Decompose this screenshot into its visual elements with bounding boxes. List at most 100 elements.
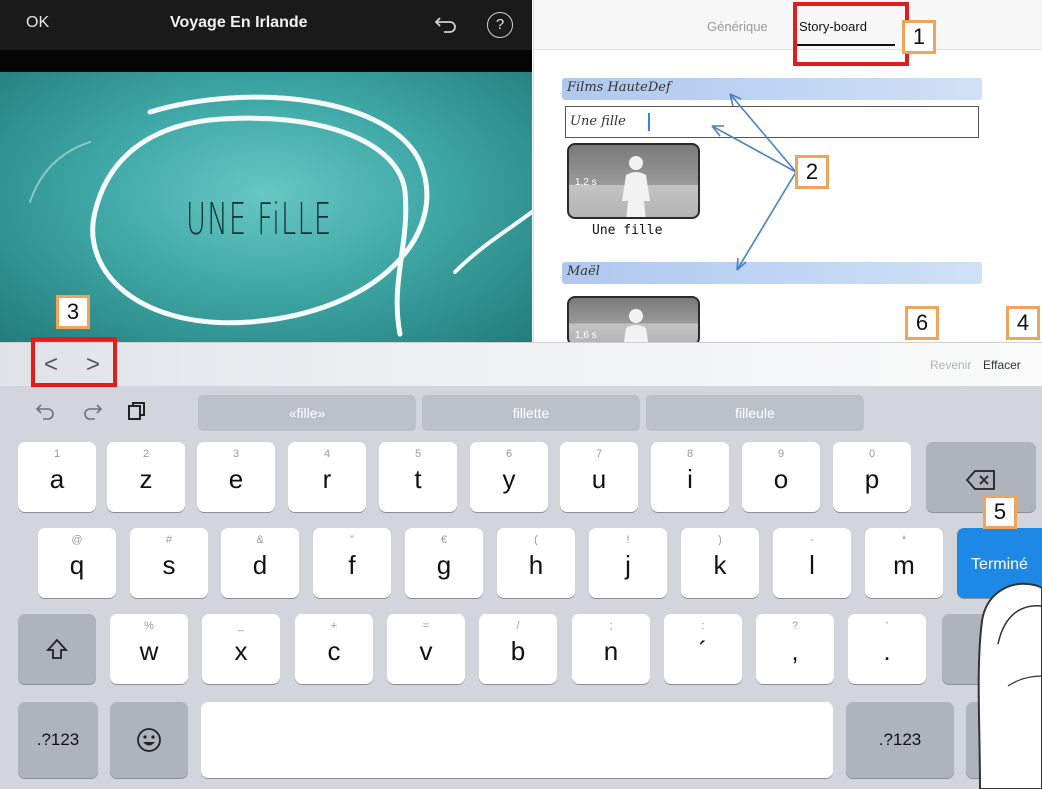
key-hint: ?: [791, 620, 799, 632]
key-label: e: [228, 464, 244, 494]
key-hint: ): [718, 534, 722, 546]
key-hint: :: [701, 620, 705, 632]
key-label: g: [436, 550, 452, 580]
key-label: t: [414, 464, 422, 494]
key-label: q: [69, 550, 85, 580]
key-hint: @: [71, 534, 83, 546]
key-label: f: [348, 550, 356, 580]
key-hint: €: [440, 534, 448, 546]
suggestion-3[interactable]: filleule: [646, 395, 864, 431]
key-hint: =: [422, 620, 430, 632]
key-r[interactable]: 4r: [288, 442, 366, 512]
key-hint: #: [165, 534, 173, 546]
key-s[interactable]: # s: [130, 528, 208, 598]
annotation-arrows: [711, 93, 797, 271]
key-hint: +: [330, 620, 338, 632]
redo-icon[interactable]: [80, 402, 104, 422]
key-hint: (: [534, 534, 538, 546]
key-hint: 0: [868, 448, 876, 460]
key-label: s: [162, 550, 176, 580]
key-q[interactable]: @ q: [38, 528, 116, 598]
key-hint: %: [144, 620, 154, 632]
key-y[interactable]: 6y: [470, 442, 548, 512]
key-hint: 1: [53, 448, 61, 460]
key-hint: 8: [686, 448, 694, 460]
key-t[interactable]: 5t: [379, 442, 457, 512]
key-label: b: [510, 636, 526, 666]
key-label: r: [322, 464, 332, 494]
key-hint: 5: [414, 448, 422, 460]
backspace-icon: [965, 470, 995, 490]
numbers-key-right[interactable]: .?123: [846, 702, 954, 778]
key-i[interactable]: 8i: [651, 442, 729, 512]
ok-button[interactable]: OK: [26, 14, 49, 32]
key-k[interactable]: ) k: [681, 528, 759, 598]
key-period[interactable]: ’.: [848, 614, 926, 684]
key-l[interactable]: -l: [773, 528, 851, 598]
numbers-key[interactable]: .?123: [18, 702, 98, 778]
key-apostrophe[interactable]: : ´: [664, 614, 742, 684]
key-comma[interactable]: ?,: [756, 614, 834, 684]
key-label: ,: [791, 636, 799, 666]
help-button[interactable]: ?: [487, 12, 513, 38]
key-label: a: [49, 464, 65, 494]
key-w[interactable]: % w: [110, 614, 188, 684]
key-hint: ’: [885, 620, 889, 632]
key-j[interactable]: ! j: [589, 528, 667, 598]
onscreen-keyboard: «fille» fillette filleule 1a 2z 3e 4r 5t…: [0, 386, 1042, 789]
key-p[interactable]: 0p: [833, 442, 911, 512]
key-label: n: [603, 636, 619, 666]
undo-icon[interactable]: [432, 12, 460, 38]
editor-top-bar: OK Voyage En Irlande ?: [0, 0, 532, 50]
key-a[interactable]: 1a: [18, 442, 96, 512]
project-title: Voyage En Irlande: [170, 14, 308, 31]
suggestion-1[interactable]: «fille»: [198, 395, 416, 431]
space-bar[interactable]: [201, 702, 833, 778]
key-u[interactable]: 7u: [560, 442, 638, 512]
key-b[interactable]: / b: [479, 614, 557, 684]
shift-key[interactable]: [18, 614, 96, 684]
key-hint: _: [237, 620, 245, 632]
shift-icon: [45, 638, 69, 659]
key-d[interactable]: & d: [221, 528, 299, 598]
storyboard-pane: Générique Story-board Films HauteDef Une…: [533, 0, 1042, 346]
key-hint: 9: [777, 448, 785, 460]
keyboard-accessory-bar: < > Revenir Effacer: [0, 342, 1042, 386]
key-h[interactable]: (h: [497, 528, 575, 598]
key-hint: 4: [323, 448, 331, 460]
key-c[interactable]: + c: [295, 614, 373, 684]
backspace-key[interactable]: [926, 442, 1036, 512]
key-label: p: [864, 464, 880, 494]
annotation-badge-2: 2: [795, 155, 829, 189]
undo-icon[interactable]: [34, 402, 58, 422]
paste-icon[interactable]: [126, 400, 148, 422]
key-label: ´: [698, 636, 708, 666]
key-label: m: [893, 550, 915, 580]
key-f[interactable]: " f: [313, 528, 391, 598]
key-label: c: [327, 636, 341, 666]
revert-button[interactable]: Revenir: [930, 358, 971, 372]
key-n[interactable]: ; n: [572, 614, 650, 684]
key-hint: 7: [595, 448, 603, 460]
key-label: x: [234, 636, 248, 666]
key-m[interactable]: * m: [865, 528, 943, 598]
done-key-label: Terminé: [971, 556, 1028, 573]
key-hint: /: [516, 620, 520, 632]
numbers-key-label: .?123: [878, 730, 922, 749]
clear-button[interactable]: Effacer: [983, 358, 1021, 372]
key-hint: ;: [609, 620, 613, 632]
emoji-key[interactable]: [110, 702, 188, 778]
annotation-badge-5: 5: [983, 495, 1017, 529]
key-v[interactable]: = v: [387, 614, 465, 684]
key-g[interactable]: € g: [405, 528, 483, 598]
key-x[interactable]: _ x: [202, 614, 280, 684]
key-o[interactable]: 9o: [742, 442, 820, 512]
key-label: i: [687, 464, 693, 494]
preview-letterbox: [0, 50, 532, 72]
key-z[interactable]: 2z: [107, 442, 185, 512]
numbers-key-label: .?123: [36, 730, 80, 749]
suggestion-2[interactable]: fillette: [422, 395, 640, 431]
key-label: o: [773, 464, 789, 494]
key-e[interactable]: 3e: [197, 442, 275, 512]
key-hint: &: [256, 534, 264, 546]
